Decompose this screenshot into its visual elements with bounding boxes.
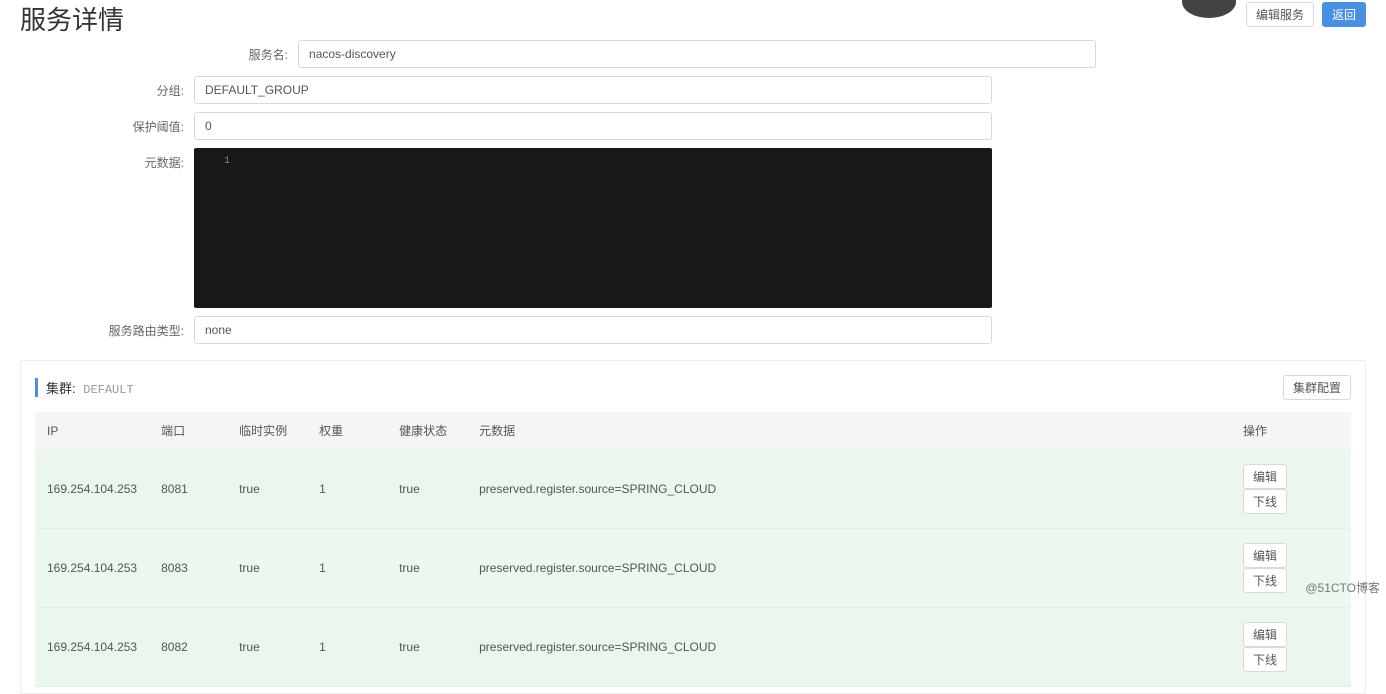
group-label: 分组: [20,76,194,99]
instance-table-body: 169.254.104.253 8081 true 1 true preserv… [35,450,1351,687]
cluster-config-button[interactable]: 集群配置 [1283,375,1351,400]
cell-ephemeral: true [227,450,307,529]
cell-ephemeral: true [227,529,307,608]
row-protect-threshold: 保护阈值: [20,112,1366,140]
col-health: 健康状态 [387,412,467,450]
offline-instance-button[interactable]: 下线 [1243,568,1287,593]
metadata-label: 元数据: [20,148,194,171]
cell-metadata: preserved.register.source=SPRING_CLOUD [467,450,1231,529]
cell-health: true [387,450,467,529]
protect-threshold-label: 保护阈值: [20,112,194,135]
cell-health: true [387,608,467,687]
group-input[interactable] [194,76,992,104]
metadata-editor[interactable]: 1 [194,148,992,308]
cluster-name: DEFAULT [83,383,133,397]
badge-percent: 85% [1190,0,1218,2]
table-row: 169.254.104.253 8082 true 1 true preserv… [35,608,1351,687]
cell-ip: 169.254.104.253 [35,529,149,608]
route-type-input[interactable] [194,316,992,344]
cell-weight: 1 [307,608,387,687]
cell-ops: 编辑 下线 [1231,450,1351,529]
cell-metadata: preserved.register.source=SPRING_CLOUD [467,608,1231,687]
edit-instance-button[interactable]: 编辑 [1243,622,1287,647]
cluster-card: 集群: DEFAULT 集群配置 IP 端口 临时实例 权重 健康状态 元数据 … [20,360,1366,694]
edit-instance-button[interactable]: 编辑 [1243,543,1287,568]
service-name-input[interactable] [298,40,1096,68]
edit-service-button[interactable]: 编辑服务 [1246,2,1314,27]
col-ip: IP [35,412,149,450]
table-row: 169.254.104.253 8081 true 1 true preserv… [35,450,1351,529]
cell-ip: 169.254.104.253 [35,608,149,687]
col-port: 端口 [149,412,227,450]
route-type-label: 服务路由类型: [20,316,194,339]
cell-weight: 1 [307,450,387,529]
cell-metadata: preserved.register.source=SPRING_CLOUD [467,529,1231,608]
cell-ip: 169.254.104.253 [35,450,149,529]
cell-port: 8082 [149,608,227,687]
col-ops: 操作 [1231,412,1351,450]
service-name-label: 服务名: [124,40,298,63]
cell-health: true [387,529,467,608]
edit-instance-button[interactable]: 编辑 [1243,464,1287,489]
col-weight: 权重 [307,412,387,450]
cell-weight: 1 [307,529,387,608]
instance-table: IP 端口 临时实例 权重 健康状态 元数据 操作 169.254.104.25… [35,412,1351,687]
col-metadata: 元数据 [467,412,1231,450]
col-ephemeral: 临时实例 [227,412,307,450]
top-action-buttons: 编辑服务 返回 [1246,2,1366,27]
protect-threshold-input[interactable] [194,112,992,140]
cell-port: 8081 [149,450,227,529]
network-badge: 85% ↓ 13.8K/s [1182,0,1236,18]
table-row: 169.254.104.253 8083 true 1 true preserv… [35,529,1351,608]
cell-port: 8083 [149,529,227,608]
offline-instance-button[interactable]: 下线 [1243,489,1287,514]
cell-ops: 编辑 下线 [1231,608,1351,687]
row-metadata: 元数据: 1 [20,148,1366,308]
header-row: 服务详情 85% ↓ 13.8K/s 编辑服务 返回 [20,0,1366,40]
page-root: 服务详情 85% ↓ 13.8K/s 编辑服务 返回 服务名: 分组: 保护阈值… [0,0,1386,694]
back-button[interactable]: 返回 [1322,2,1366,27]
cluster-title-prefix: 集群: [46,381,76,396]
row-service-name: 服务名: [124,40,1366,68]
page-title: 服务详情 [20,0,124,41]
cell-ephemeral: true [227,608,307,687]
offline-instance-button[interactable]: 下线 [1243,647,1287,672]
cluster-header: 集群: DEFAULT 集群配置 [35,375,1351,400]
watermark: @51CTO博客 [1305,579,1380,596]
instance-table-head: IP 端口 临时实例 权重 健康状态 元数据 操作 [35,412,1351,450]
metadata-line-hint: 1 [224,156,230,167]
service-form: 服务名: 分组: 保护阈值: 元数据: 1 服务路由类型: [20,40,1366,344]
cluster-title: 集群: DEFAULT [35,378,134,397]
row-group: 分组: [20,76,1366,104]
row-route-type: 服务路由类型: [20,316,1366,344]
